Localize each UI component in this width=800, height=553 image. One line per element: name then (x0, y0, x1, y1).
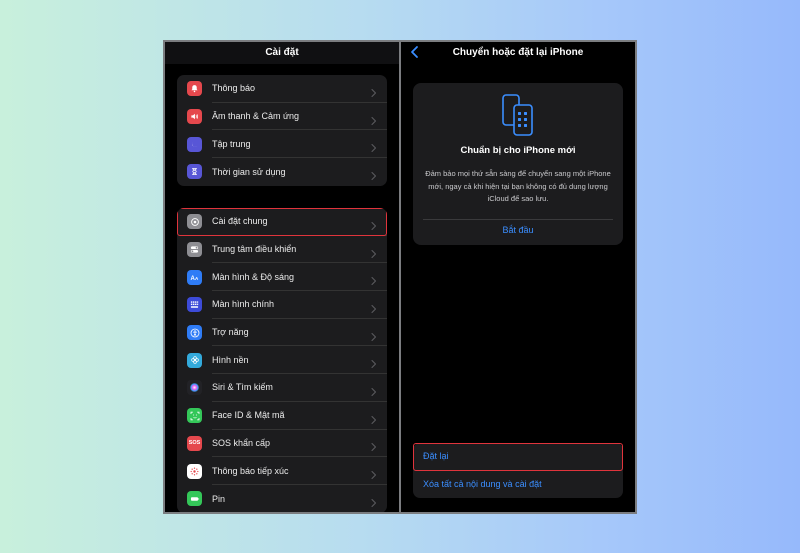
erase-all-button[interactable]: Xóa tất cả nội dung và cài đặt (413, 471, 623, 499)
settings-item-label: Pin (212, 493, 226, 504)
face-id-icon (187, 408, 202, 424)
chevron-right-icon (371, 167, 377, 180)
gear-icon (187, 214, 202, 230)
settings-item-label: SOS khẩn cấp (212, 430, 387, 458)
settings-item-moon[interactable]: Tập trung (177, 130, 387, 159)
page-title: Chuyển hoặc đặt lại iPhone (452, 47, 584, 58)
settings-item-accessibility[interactable]: Trợ năng (177, 319, 387, 347)
phones-icon (502, 94, 533, 136)
chevron-right-icon (371, 245, 377, 258)
sos-icon: SOS (187, 435, 202, 451)
settings-item-label: Thời gian sử dụng (212, 166, 286, 177)
get-started-button[interactable]: Bắt đầu (413, 225, 623, 235)
chevron-right-icon (371, 273, 377, 286)
chevron-right-icon (371, 328, 377, 341)
card-separator (423, 219, 613, 220)
siri-icon (187, 380, 202, 396)
settings-item-hourglass[interactable]: Thời gian sử dụng (177, 158, 387, 186)
settings-item-toggles[interactable]: Trung tâm điều khiển (177, 236, 387, 264)
settings-item-label: Màn hình & Độ sáng (212, 263, 387, 292)
settings-item-label: Thông báo (212, 75, 387, 103)
chevron-right-icon (371, 467, 377, 480)
settings-item-app-grid[interactable]: Màn hình chính (177, 291, 387, 319)
settings-item-label: Âm thanh & Cảm ứng (212, 103, 387, 131)
moon-icon (187, 136, 202, 152)
settings-item-battery[interactable]: Pin (177, 485, 387, 512)
settings-item-label: Cài đặt chung (212, 208, 387, 236)
settings-item-label: Tập trung (212, 130, 387, 159)
settings-group-1: Thông báo Âm thanh & Cảm ứng Tập trung Thời… (177, 75, 387, 186)
card-description: Đảm bảo mọi thứ sẵn sàng để chuyển sang … (425, 169, 611, 203)
bell-icon (187, 81, 202, 97)
chevron-right-icon (371, 411, 377, 424)
settings-item-flower[interactable]: Hình nền (177, 346, 387, 375)
speaker-icon (187, 109, 202, 125)
settings-item-text-size[interactable]: A A Màn hình & Độ sáng (177, 263, 387, 292)
prepare-new-iphone-card: Chuẩn bị cho iPhone mới Đảm bảo mọi thứ … (413, 83, 623, 245)
settings-item-label: Thông báo tiếp xúc (212, 457, 387, 485)
settings-screen: Cài đặt Thông báo Âm thanh & Cảm ứng Tập t… (165, 42, 399, 512)
chevron-right-icon (371, 494, 377, 507)
chevron-right-icon (371, 439, 377, 452)
text-size-icon: AA (187, 269, 202, 285)
reset-options-group: Đặt lại Xóa tất cả nội dung và cài đặt (413, 443, 623, 498)
settings-item-label: Hình nền (212, 346, 387, 375)
app-grid-icon (187, 297, 202, 313)
hourglass-icon (187, 164, 202, 180)
chevron-right-icon (371, 383, 377, 397)
chevron-right-icon (371, 112, 377, 125)
settings-item-siri[interactable]: Siri & Tìm kiếm (177, 374, 387, 402)
settings-item-label: Màn hình chính (212, 291, 387, 319)
chevron-right-icon (371, 140, 377, 153)
chevron-right-icon (371, 300, 377, 313)
page-title: Cài đặt (265, 47, 299, 58)
settings-item-bell[interactable]: Thông báo (177, 75, 387, 103)
settings-item-label: Trợ năng (212, 319, 387, 347)
settings-item-sos[interactable]: SOS SOS khẩn cấp (177, 430, 387, 458)
settings-item-speaker[interactable]: Âm thanh & Cảm ứng (177, 103, 387, 131)
chevron-right-icon (371, 84, 377, 97)
toggles-icon (187, 242, 202, 258)
battery-icon (187, 491, 202, 507)
chevron-right-icon (371, 217, 377, 230)
chevron-right-icon (371, 356, 377, 369)
settings-item-label: Trung tâm điều khiển (212, 236, 387, 264)
card-title: Chuẩn bị cho iPhone mới (460, 145, 576, 156)
transfer-reset-screen: Chuyển hoặc đặt lại iPhone Chuẩn bị cho … (401, 42, 635, 512)
settings-item-exposure[interactable]: Thông báo tiếp xúc (177, 457, 387, 485)
flower-icon (187, 352, 202, 368)
screenshot-frame: Cài đặt Thông báo Âm thanh & Cảm ứng Tập t… (163, 40, 637, 514)
exposure-icon (187, 463, 202, 479)
accessibility-icon (187, 325, 202, 341)
settings-item-face-id[interactable]: Face ID & Mật mã (177, 402, 387, 430)
settings-item-label: Siri & Tìm kiếm (212, 374, 387, 402)
settings-group-2: Cài đặt chung Trung tâm điều khiển A A Màn h… (177, 208, 387, 512)
reset-button[interactable]: Đặt lại (413, 443, 623, 471)
settings-item-gear[interactable]: Cài đặt chung (177, 208, 387, 236)
settings-item-label: Face ID & Mật mã (212, 402, 387, 430)
svg-text:A: A (195, 276, 199, 281)
